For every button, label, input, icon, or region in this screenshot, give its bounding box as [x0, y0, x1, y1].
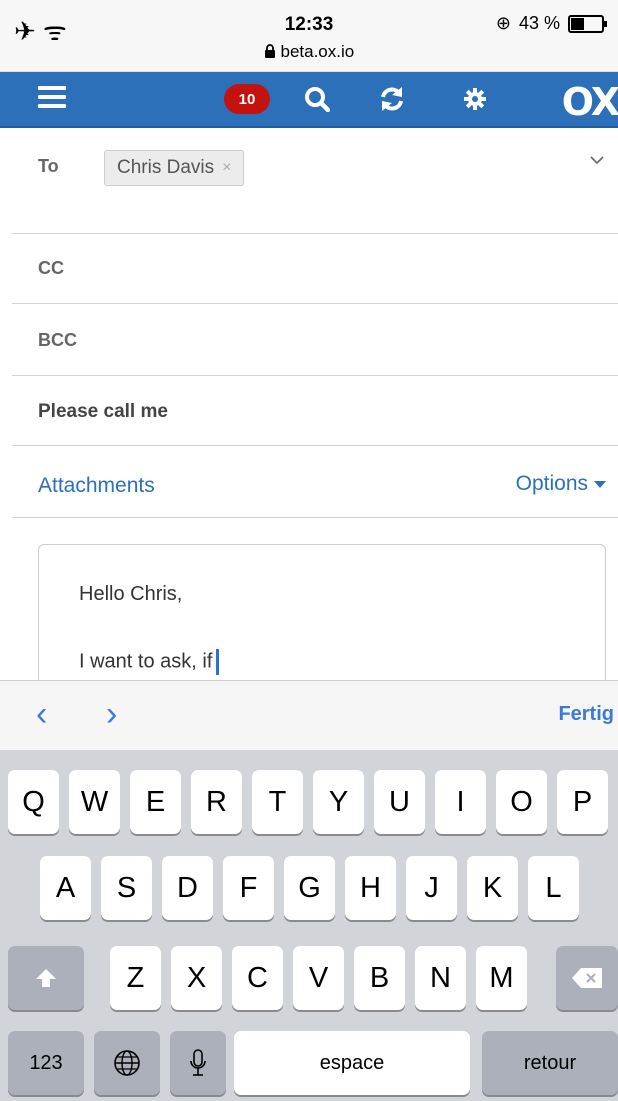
keyboard: QWERTYUIOP ASDFGHJKL ZXCVBNM 123 espace … — [0, 750, 618, 1101]
key-z[interactable]: Z — [110, 946, 161, 1010]
key-h[interactable]: H — [345, 856, 396, 920]
key-t[interactable]: T — [252, 770, 303, 834]
to-label: To — [38, 156, 59, 176]
previous-field-icon[interactable]: ‹ — [36, 695, 47, 734]
key-d[interactable]: D — [162, 856, 213, 920]
status-right: ⊕ 43 % — [495, 13, 607, 34]
body-line-text: I want to ask, if — [79, 650, 213, 673]
keyboard-accessory-bar: ‹ › Fertig — [0, 680, 618, 750]
key-l[interactable]: L — [528, 856, 579, 920]
space-key[interactable]: espace — [234, 1031, 470, 1095]
next-field-icon[interactable]: › — [106, 695, 117, 734]
gear-icon[interactable] — [458, 82, 492, 116]
key-k[interactable]: K — [467, 856, 518, 920]
shift-key[interactable] — [8, 946, 84, 1010]
key-s[interactable]: S — [101, 856, 152, 920]
orientation-lock-icon: ⊕ — [495, 13, 511, 33]
key-q[interactable]: Q — [8, 770, 59, 834]
recipient-name: Chris Davis — [117, 157, 215, 178]
globe-icon[interactable] — [94, 1031, 160, 1095]
key-v[interactable]: V — [293, 946, 344, 1010]
body-line: Hello Chris, — [79, 583, 183, 605]
key-p[interactable]: P — [557, 770, 608, 834]
subject-row[interactable]: Please call me — [12, 376, 618, 446]
key-f[interactable]: F — [223, 856, 274, 920]
bcc-label: BCC — [38, 330, 77, 350]
key-i[interactable]: I — [435, 770, 486, 834]
return-key[interactable]: retour — [482, 1031, 618, 1095]
key-x[interactable]: X — [171, 946, 222, 1010]
hamburger-icon[interactable] — [38, 86, 66, 108]
text-cursor — [216, 649, 220, 675]
key-c[interactable]: C — [232, 946, 283, 1010]
key-e[interactable]: E — [130, 770, 181, 834]
key-y[interactable]: Y — [313, 770, 364, 834]
lock-icon — [264, 44, 275, 58]
ox-logo: OX — [561, 80, 618, 124]
key-n[interactable]: N — [415, 946, 466, 1010]
address-bar[interactable]: beta.ox.io — [0, 42, 618, 62]
cc-row[interactable]: CC — [12, 234, 618, 304]
key-m[interactable]: M — [476, 946, 527, 1010]
key-b[interactable]: B — [354, 946, 405, 1010]
key-a[interactable]: A — [40, 856, 91, 920]
numbers-key[interactable]: 123 — [8, 1031, 84, 1095]
app-toolbar: 10 OX — [0, 72, 618, 128]
key-o[interactable]: O — [496, 770, 547, 834]
battery-percent: 43 % — [518, 13, 560, 33]
body-line: I want to ask, if — [79, 649, 220, 675]
battery-icon — [568, 14, 607, 33]
chevron-down-icon[interactable] — [590, 152, 604, 170]
subject-field[interactable]: Please call me — [38, 401, 168, 423]
to-row: To Chris Davis × — [12, 130, 618, 234]
microphone-icon[interactable] — [170, 1031, 226, 1095]
attachments-link[interactable]: Attachments — [38, 474, 155, 498]
url-text: beta.ox.io — [280, 42, 355, 61]
done-button[interactable]: Fertig — [558, 703, 614, 726]
caret-down-icon — [594, 480, 606, 488]
key-g[interactable]: G — [284, 856, 335, 920]
bcc-row[interactable]: BCC — [12, 304, 618, 376]
cc-label: CC — [38, 258, 64, 278]
refresh-icon[interactable] — [375, 82, 409, 116]
key-j[interactable]: J — [406, 856, 457, 920]
message-body-editor[interactable]: Hello Chris, I want to ask, if — [38, 544, 606, 694]
search-icon[interactable] — [300, 82, 334, 116]
options-dropdown[interactable]: Options — [516, 472, 606, 496]
attachments-row: Attachments Options — [12, 446, 618, 518]
key-u[interactable]: U — [374, 770, 425, 834]
recipient-token[interactable]: Chris Davis × — [104, 150, 245, 186]
options-label: Options — [515, 472, 588, 495]
key-r[interactable]: R — [191, 770, 242, 834]
unread-badge[interactable]: 10 — [224, 84, 270, 114]
key-w[interactable]: W — [69, 770, 120, 834]
battery-fill — [571, 17, 584, 30]
status-bar: ✈ ᯤ 12:33 beta.ox.io ⊕ 43 % — [0, 0, 618, 72]
backspace-key[interactable] — [556, 946, 618, 1010]
remove-recipient-icon[interactable]: × — [222, 159, 231, 177]
